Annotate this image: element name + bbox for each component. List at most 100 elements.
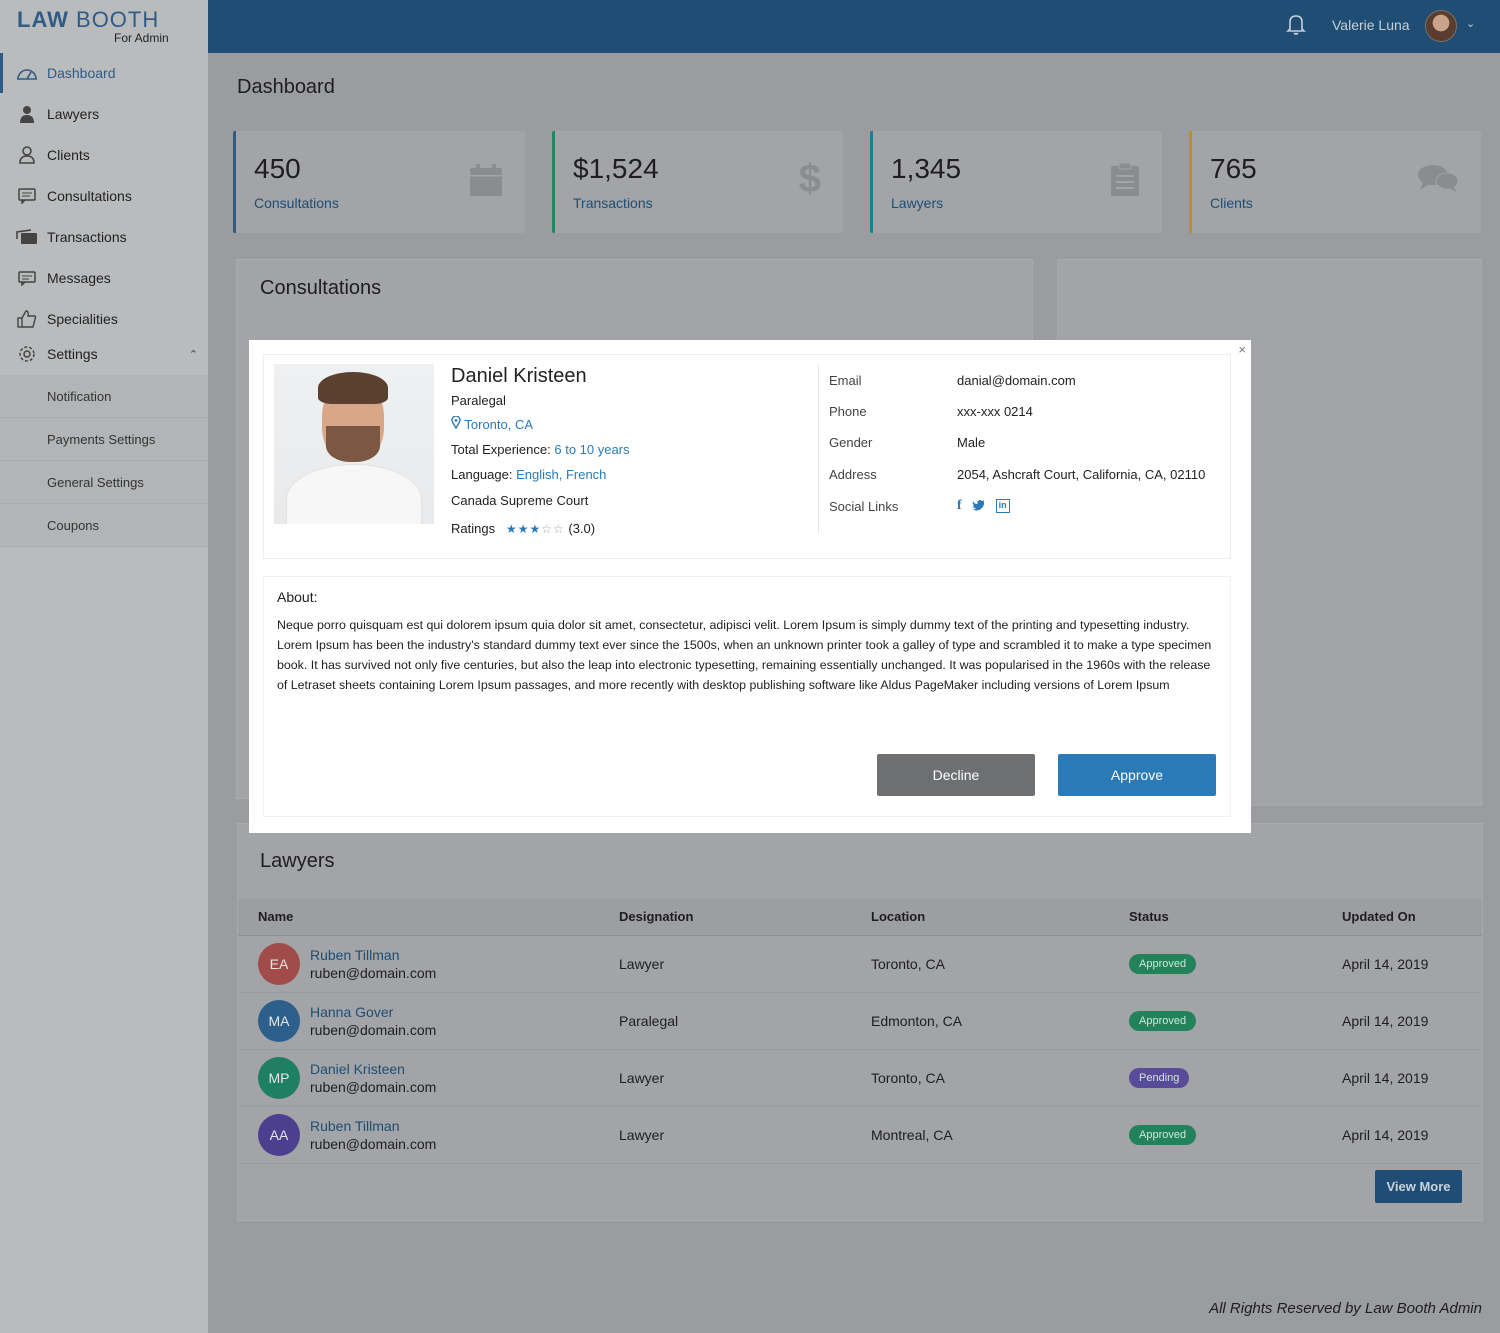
decline-button[interactable]: Decline bbox=[877, 754, 1035, 796]
info-key-phone: Phone bbox=[829, 404, 867, 419]
about-text: Neque porro quisquam est qui dolorem ips… bbox=[277, 618, 1212, 692]
facebook-icon[interactable]: f bbox=[957, 498, 962, 514]
submenu-item-coupons[interactable]: Coupons bbox=[0, 504, 208, 547]
sidebar-item-settings[interactable]: Settings ⌃ bbox=[0, 339, 208, 369]
avatar: AA bbox=[258, 1114, 300, 1156]
stat-value: 765 bbox=[1210, 153, 1257, 184]
sidebar-item-label: Transactions bbox=[47, 228, 127, 245]
ratings-line: Ratings ★★★☆☆ (3.0) bbox=[451, 521, 595, 536]
approve-button[interactable]: Approve bbox=[1058, 754, 1216, 796]
lawyer-designation: Paralegal bbox=[451, 393, 506, 408]
submenu-item-notification[interactable]: Notification bbox=[0, 375, 208, 418]
sidebar-item-dashboard[interactable]: Dashboard bbox=[0, 53, 208, 93]
sidebar-item-label: Messages bbox=[47, 269, 111, 286]
sidebar-item-consultations[interactable]: Consultations bbox=[0, 175, 208, 216]
comments-icon bbox=[1417, 163, 1459, 201]
sidebar-item-clients[interactable]: Clients bbox=[0, 134, 208, 175]
sidebar-item-label: Specialities bbox=[47, 310, 118, 327]
submenu-item-payments-settings[interactable]: Payments Settings bbox=[0, 418, 208, 461]
column-header-designation[interactable]: Designation bbox=[619, 909, 871, 924]
top-bar: Valerie Luna ⌄ bbox=[208, 0, 1500, 53]
chevron-down-icon[interactable]: ⌄ bbox=[1466, 17, 1475, 30]
cell-location: Toronto, CA bbox=[871, 1070, 945, 1086]
info-key-gender: Gender bbox=[829, 435, 873, 450]
photo-shirt bbox=[286, 464, 422, 524]
location-text: Toronto, CA bbox=[464, 417, 534, 432]
rating-text: (3.0) bbox=[568, 521, 596, 536]
about-title: About: bbox=[277, 589, 318, 605]
about-box: About: Neque porro quisquam est qui dolo… bbox=[263, 576, 1231, 817]
table-row[interactable]: MA Hanna Gover ruben@domain.com Paralegal Ed… bbox=[238, 993, 1482, 1050]
table-row[interactable]: EA Ruben Tillman ruben@domain.com Lawyer Tor… bbox=[238, 936, 1482, 993]
lawyer-name-link[interactable]: Hanna Gover bbox=[310, 1003, 436, 1021]
rating-stars: ★★★☆☆ bbox=[506, 522, 565, 536]
avatar: MA bbox=[258, 1000, 300, 1042]
sidebar-item-messages[interactable]: Messages bbox=[0, 257, 208, 298]
cell-updated-on: April 14, 2019 bbox=[1342, 1013, 1429, 1029]
sidebar-item-specialities[interactable]: Specialities bbox=[0, 298, 208, 339]
user-name[interactable]: Valerie Luna bbox=[1332, 17, 1410, 33]
lawyer-name-link[interactable]: Daniel Kristeen bbox=[310, 1060, 436, 1078]
sidebar: LAW BOOTH For Admin Dashboard Lawyers Cl… bbox=[0, 0, 208, 1333]
stat-card-lawyers[interactable]: 1,345 Lawyers bbox=[870, 131, 1162, 233]
cell-updated-on: April 14, 2019 bbox=[1342, 956, 1429, 972]
cell-location: Toronto, CA bbox=[871, 956, 945, 972]
lawyer-email: ruben@domain.com bbox=[310, 1136, 437, 1152]
clients-icon bbox=[15, 145, 39, 165]
column-header-updated-on[interactable]: Updated On bbox=[1342, 909, 1482, 924]
sidebar-item-lawyers[interactable]: Lawyers bbox=[0, 93, 208, 134]
cell-designation: Lawyer bbox=[619, 956, 665, 972]
linkedin-icon[interactable]: in bbox=[995, 499, 1010, 513]
stat-value: 450 bbox=[254, 153, 301, 184]
language-value: English, French bbox=[516, 467, 607, 482]
stat-value: 1,345 bbox=[891, 153, 962, 184]
bell-icon[interactable] bbox=[1286, 13, 1308, 37]
twitter-icon[interactable] bbox=[972, 498, 986, 514]
table-row[interactable]: AA Ruben Tillman ruben@domain.com Lawyer Mon… bbox=[238, 1107, 1482, 1164]
status-badge: Approved bbox=[1129, 1125, 1197, 1145]
info-value-email: danial@domain.com bbox=[957, 373, 1076, 388]
brand-name: LAW BOOTH bbox=[17, 7, 160, 32]
location-pin-icon bbox=[451, 415, 464, 432]
cell-location: Montreal, CA bbox=[871, 1127, 953, 1143]
stat-card-consultations[interactable]: 450 Consultations bbox=[233, 131, 525, 233]
settings-submenu: Notification Payments Settings General S… bbox=[0, 375, 208, 547]
experience-value: 6 to 10 years bbox=[554, 442, 630, 457]
star-filled-icon: ★ bbox=[505, 522, 518, 536]
sidebar-item-label: Clients bbox=[47, 146, 90, 163]
table-row[interactable]: MP Daniel Kristeen ruben@domain.com Lawyer T… bbox=[238, 1050, 1482, 1107]
stat-label: Lawyers bbox=[891, 195, 944, 211]
photo-hair bbox=[318, 372, 388, 404]
name-block: Ruben Tillman ruben@domain.com bbox=[310, 1117, 436, 1153]
cell-designation: Lawyer bbox=[619, 1127, 665, 1143]
info-key-address: Address bbox=[829, 467, 877, 482]
column-header-status[interactable]: Status bbox=[1129, 909, 1342, 924]
column-header-name[interactable]: Name bbox=[238, 909, 619, 924]
profile-photo bbox=[274, 364, 434, 524]
stat-label: Transactions bbox=[573, 195, 653, 211]
clipboard-icon bbox=[1110, 162, 1140, 205]
lawyer-name-link[interactable]: Ruben Tillman bbox=[310, 1117, 436, 1135]
stat-card-transactions[interactable]: $1,524 Transactions $ bbox=[552, 131, 843, 233]
cell-designation: Lawyer bbox=[619, 1070, 665, 1086]
submenu-item-general-settings[interactable]: General Settings bbox=[0, 461, 208, 504]
column-header-location[interactable]: Location bbox=[871, 909, 1129, 924]
cell-name: EA Ruben Tillman ruben@domain.com bbox=[238, 943, 619, 985]
dashboard-gauge-icon bbox=[15, 63, 39, 83]
view-more-button[interactable]: View More bbox=[1375, 1170, 1462, 1203]
chevron-up-icon[interactable]: ⌃ bbox=[189, 348, 198, 361]
cell-name: MA Hanna Gover ruben@domain.com bbox=[238, 1000, 619, 1042]
lawyer-name-link[interactable]: Ruben Tillman bbox=[310, 946, 436, 964]
lawyer-location: Toronto, CA bbox=[451, 415, 534, 432]
thumbs-up-icon bbox=[15, 309, 39, 329]
avatar[interactable] bbox=[1425, 10, 1457, 42]
vertical-divider bbox=[818, 365, 819, 533]
consultations-icon bbox=[15, 186, 39, 206]
cell-designation: Paralegal bbox=[619, 1013, 679, 1029]
sidebar-item-transactions[interactable]: Transactions bbox=[0, 216, 208, 257]
logo[interactable]: LAW BOOTH For Admin bbox=[0, 0, 208, 53]
star-empty-icon: ☆ bbox=[552, 522, 565, 536]
dollar-icon: $ bbox=[798, 157, 821, 201]
stat-card-clients[interactable]: 765 Clients bbox=[1189, 131, 1481, 233]
close-icon[interactable]: × bbox=[1238, 342, 1246, 357]
